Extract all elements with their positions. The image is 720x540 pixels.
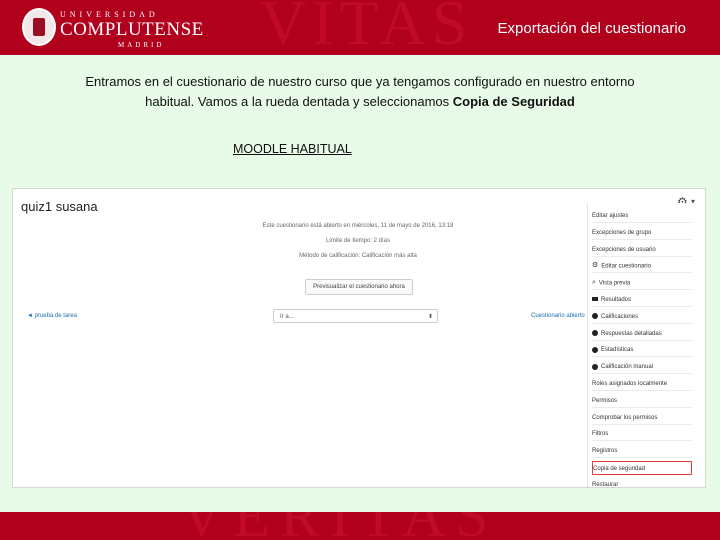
logo-main-text: COMPLUTENSE bbox=[60, 19, 204, 40]
header-bar: VITAS UNIVERSIDAD COMPLUTENSE MADRID Exp… bbox=[0, 0, 720, 55]
quiz-info-grading: Método de calificación: Calificación más… bbox=[299, 253, 417, 259]
menu-item-label: Permisos bbox=[592, 397, 618, 404]
menu-item[interactable]: ⚙ Editar cuestionario bbox=[592, 259, 692, 274]
quiz-title: quiz1 susana bbox=[21, 199, 98, 214]
menu-item[interactable]: Respuestas detalladas bbox=[592, 327, 692, 341]
quiz-info-time-limit: Límite de tiempo: 2 días bbox=[325, 238, 391, 244]
menu-item-label: Roles asignados localmente bbox=[592, 381, 668, 387]
quiz-info-open: Este cuestionario está abierto en miérco… bbox=[262, 223, 454, 229]
chart-icon bbox=[592, 297, 598, 302]
menu-item[interactable]: Excepciones de usuario bbox=[592, 243, 692, 257]
menu-item-label: Editar ajustes bbox=[592, 213, 629, 219]
menu-item-label: Excepciones de grupo bbox=[592, 229, 652, 236]
footer-bar: VERITAS bbox=[0, 512, 720, 540]
logo-bottom-text: MADRID bbox=[118, 41, 165, 49]
menu-item[interactable]: Resultados bbox=[592, 293, 692, 307]
menu-item[interactable]: Estadísticas bbox=[592, 343, 692, 358]
jump-to-select[interactable]: Ir a... ⬍ bbox=[273, 309, 438, 323]
menu-item[interactable]: Excepciones de grupo bbox=[592, 226, 692, 240]
bullet-icon bbox=[592, 346, 598, 353]
slide-title: Exportación del cuestionario bbox=[497, 20, 686, 37]
menu-item-label: Calificación manual bbox=[601, 364, 654, 371]
menu-item-label: Estadísticas bbox=[601, 347, 634, 354]
menu-item-label: Editar cuestionario bbox=[601, 263, 651, 270]
menu-item[interactable]: Filtros bbox=[592, 427, 692, 442]
menu-item-label: Respuestas detalladas bbox=[601, 330, 662, 337]
gear-icon: ⚙ bbox=[592, 262, 599, 270]
intro-bold: Copia de Seguridad bbox=[452, 94, 575, 109]
header-watermark: VITAS bbox=[260, 0, 474, 55]
previous-activity-link[interactable]: ◄ prueba de tarea bbox=[27, 313, 77, 319]
menu-item[interactable]: Editar ajustes bbox=[592, 209, 692, 223]
menu-item[interactable]: Calificaciones bbox=[592, 310, 692, 324]
menu-item-label: Comprobar los permisos bbox=[592, 414, 658, 421]
menu-item[interactable]: Roles asignados localmente bbox=[592, 377, 692, 391]
seal-icon bbox=[22, 8, 56, 46]
next-activity-link[interactable]: Cuestionario abierto bbox=[531, 313, 585, 319]
bullet-icon bbox=[592, 330, 598, 337]
menu-item-label: Resultados bbox=[601, 297, 632, 303]
menu-item[interactable]: Calificación manual bbox=[592, 360, 692, 375]
menu-item[interactable]: Comprobar los permisos bbox=[592, 411, 692, 425]
menu-item[interactable]: Restaurar bbox=[592, 478, 692, 488]
search-icon: ⌕ bbox=[592, 279, 596, 287]
select-arrows-icon: ⬍ bbox=[427, 314, 433, 320]
menu-item[interactable]: Copia de seguridad bbox=[592, 461, 692, 475]
menu-item-label: Registros bbox=[592, 448, 618, 455]
menu-item[interactable]: Permisos bbox=[592, 394, 692, 408]
moodle-screenshot: quiz1 susana ⚙ ▾ Este cuestionario está … bbox=[12, 188, 706, 488]
footer-watermark: VERITAS bbox=[180, 512, 499, 540]
bullet-icon bbox=[592, 363, 598, 370]
menu-item-label: Vista previa bbox=[598, 280, 631, 287]
section-subtitle: MOODLE HABITUAL bbox=[233, 142, 352, 156]
settings-menu: Editar ajustes Excepciones de grupo Excepc… bbox=[587, 203, 696, 488]
menu-item-label: Copia de seguridad bbox=[593, 466, 646, 472]
bullet-icon bbox=[592, 313, 598, 320]
intro-paragraph: Entramos en el cuestionario de nuestro c… bbox=[70, 72, 650, 112]
university-logo: UNIVERSIDAD COMPLUTENSE MADRID bbox=[22, 8, 203, 50]
preview-quiz-button[interactable]: Previsualizar el cuestionario ahora bbox=[305, 279, 413, 295]
menu-item-label: Filtros bbox=[592, 431, 609, 438]
menu-item[interactable]: ⌕ Vista previa bbox=[592, 276, 692, 291]
menu-item[interactable]: Registros bbox=[592, 444, 692, 459]
jump-to-value: Ir a... bbox=[280, 314, 294, 320]
menu-item-label: Calificaciones bbox=[601, 313, 639, 320]
menu-item-label: Excepciones de usuario bbox=[592, 246, 656, 253]
logo-top-text: UNIVERSIDAD bbox=[60, 10, 159, 19]
menu-item-label: Restaurar bbox=[592, 481, 619, 488]
